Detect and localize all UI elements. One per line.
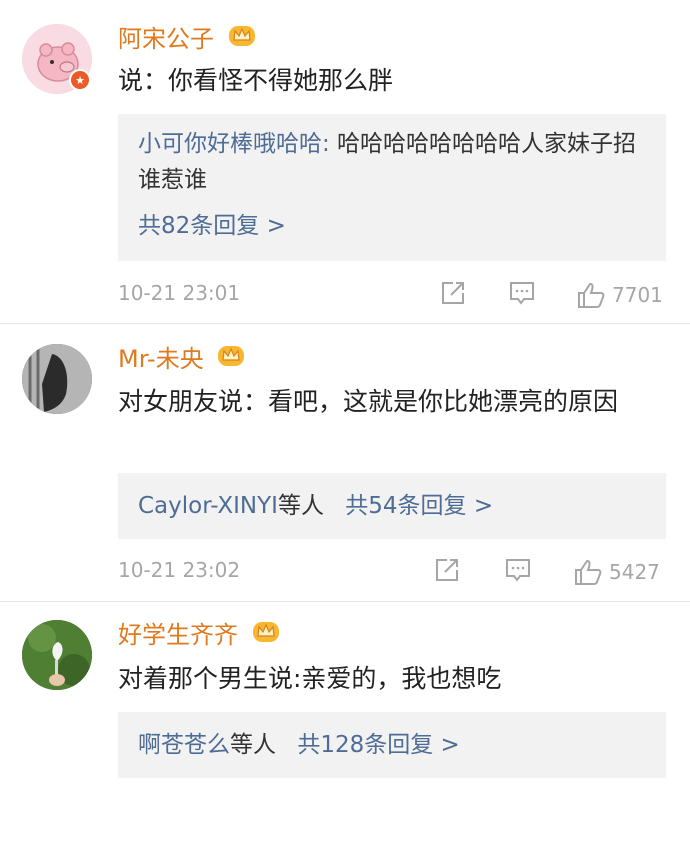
like-icon [578, 282, 605, 308]
share-icon [442, 282, 464, 304]
reply-user[interactable]: 啊苍苍么 [138, 732, 230, 758]
share-icon [436, 559, 458, 581]
comment-button[interactable] [504, 557, 532, 583]
reply-more-link[interactable]: 共128条回复 > [297, 732, 459, 758]
timestamp: 10-21 23:01 [118, 281, 241, 305]
reply-mid: 等人 [230, 732, 276, 758]
reply-box[interactable]: Caylor-XINYI等人 共54条回复 > [118, 473, 666, 539]
reply-more-link[interactable]: 共82条回复 > [138, 208, 646, 244]
star-badge-icon: ★ [69, 69, 91, 91]
crown-icon [228, 23, 256, 54]
user-name[interactable]: 好学生齐齐 [118, 620, 280, 650]
crown-icon [217, 343, 245, 374]
avatar[interactable] [22, 620, 92, 690]
share-button[interactable] [434, 557, 460, 583]
divider [0, 601, 690, 602]
reply-box[interactable]: 啊苍苍么等人 共128条回复 > [118, 712, 666, 778]
user-name[interactable]: Mr-未央 [118, 344, 245, 374]
divider [0, 323, 690, 324]
like-count: 7701 [612, 283, 663, 307]
timestamp: 10-21 23:02 [118, 558, 241, 582]
crown-icon [252, 619, 280, 650]
reply-user[interactable]: 小可你好棒哦哈哈: [138, 131, 330, 157]
reply-user[interactable]: Caylor-XINYI [138, 493, 278, 519]
comment-meta: 10-21 23:01 7701 [118, 278, 666, 308]
comment-text: 对女朋友说：看吧，这就是你比她漂亮的原因 [118, 387, 619, 416]
reply-more-link[interactable]: 共54条回复 > [345, 493, 493, 519]
user-name-text[interactable]: Mr-未央 [118, 345, 204, 373]
comment-text: 对着那个男生说:亲爱的，我也想吃 [118, 664, 502, 693]
share-button[interactable] [440, 280, 466, 306]
user-name[interactable]: 阿宋公子 [118, 24, 256, 54]
like-icon [575, 559, 602, 585]
like-count: 5427 [609, 560, 660, 584]
comment-text: 说：你看怪不得她那么胖 [118, 66, 394, 95]
comment-icon [506, 559, 530, 582]
comment-button[interactable] [508, 280, 536, 306]
user-name-text[interactable]: 阿宋公子 [118, 25, 214, 53]
avatar[interactable] [22, 344, 92, 414]
reply-box[interactable]: 小可你好棒哦哈哈: 哈哈哈哈哈哈哈哈人家妹子招谁惹谁 共82条回复 > [118, 114, 666, 261]
comment-meta: 10-21 23:02 5427 [118, 555, 666, 585]
like-button[interactable]: 5427 [573, 557, 660, 587]
like-button[interactable]: 7701 [576, 280, 663, 310]
reply-mid: 等人 [277, 493, 324, 519]
user-name-text[interactable]: 好学生齐齐 [118, 621, 238, 649]
comment-icon [510, 282, 534, 305]
